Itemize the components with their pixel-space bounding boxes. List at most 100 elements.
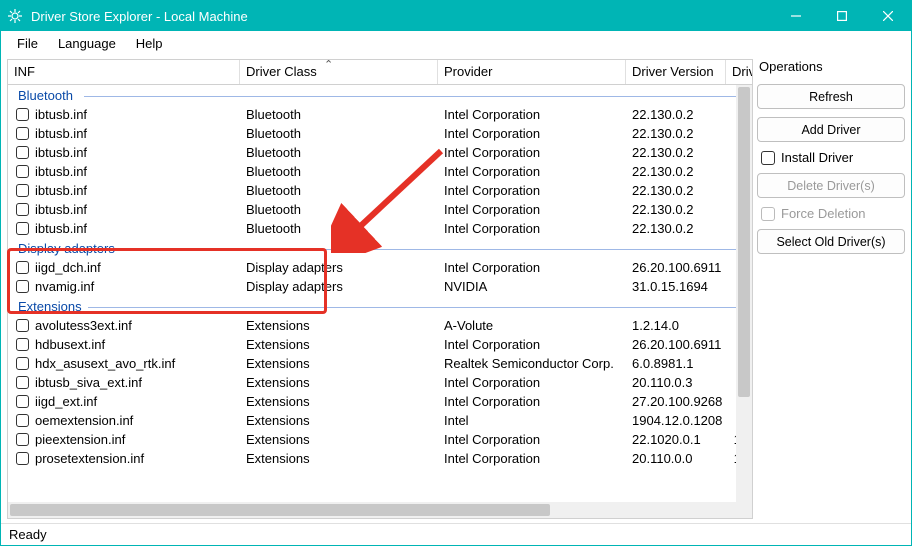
operations-panel: Operations Refresh Add Driver Install Dr… [757,59,905,519]
table-cell: 22.130.0.2 [626,105,726,124]
table-cell: Extensions [240,449,438,468]
table-cell[interactable]: hdx_asusext_avo_rtk.inf [8,354,240,373]
row-checkbox[interactable] [16,280,29,293]
inf-name: ibtusb_siva_ext.inf [35,375,142,390]
group-header[interactable]: Display adapters [8,238,752,258]
table-cell[interactable]: hdbusext.inf [8,335,240,354]
table-cell: Bluetooth [240,143,438,162]
select-old-drivers-button[interactable]: Select Old Driver(s) [757,229,905,254]
table-cell: 1904.12.0.1208 [626,411,726,430]
table-cell: Extensions [240,411,438,430]
table-cell[interactable]: prosetextension.inf [8,449,240,468]
horizontal-scrollbar[interactable] [8,502,752,518]
operations-label: Operations [757,59,905,76]
close-button[interactable] [865,1,911,31]
inf-name: prosetextension.inf [35,451,144,466]
table-cell: 22.130.0.2 [626,124,726,143]
table-cell: Intel Corporation [438,335,626,354]
maximize-button[interactable] [819,1,865,31]
row-checkbox[interactable] [16,108,29,121]
table-cell[interactable]: ibtusb.inf [8,219,240,238]
table-cell[interactable]: ibtusb.inf [8,181,240,200]
inf-name: iigd_ext.inf [35,394,97,409]
table-cell[interactable]: ibtusb.inf [8,200,240,219]
table-cell: Extensions [240,354,438,373]
driver-table: INF Driver Class Provider Driver Version… [7,59,753,519]
table-cell: 22.130.0.2 [626,162,726,181]
table-cell: 31.0.15.1694 [626,277,726,296]
row-checkbox[interactable] [16,222,29,235]
group-header[interactable]: Extensions [8,296,752,316]
install-driver-checkbox[interactable]: Install Driver [757,150,905,165]
table-cell: Intel Corporation [438,143,626,162]
title-bar: Driver Store Explorer - Local Machine [1,1,911,31]
table-cell: Intel Corporation [438,373,626,392]
row-checkbox[interactable] [16,433,29,446]
table-cell: Bluetooth [240,200,438,219]
table-cell[interactable]: ibtusb_siva_ext.inf [8,373,240,392]
table-cell: NVIDIA [438,277,626,296]
inf-name: iigd_dch.inf [35,260,101,275]
inf-name: ibtusb.inf [35,107,87,122]
row-checkbox[interactable] [16,376,29,389]
minimize-button[interactable] [773,1,819,31]
menu-bar: File Language Help [1,31,911,55]
table-cell: 26.20.100.6911 [626,258,726,277]
row-checkbox[interactable] [16,357,29,370]
table-cell: 26.20.100.6911 [626,335,726,354]
checkbox-icon [761,207,775,221]
table-cell: Bluetooth [240,105,438,124]
app-icon [1,8,29,24]
table-cell: 22.130.0.2 [626,200,726,219]
row-checkbox[interactable] [16,127,29,140]
row-checkbox[interactable] [16,184,29,197]
col-driver-version[interactable]: Driver Version [626,60,726,84]
table-cell[interactable]: avolutess3ext.inf [8,316,240,335]
inf-name: ibtusb.inf [35,221,87,236]
row-checkbox[interactable] [16,319,29,332]
row-checkbox[interactable] [16,452,29,465]
table-cell: Extensions [240,335,438,354]
menu-language[interactable]: Language [48,34,126,53]
force-deletion-label: Force Deletion [781,206,866,221]
col-driver-date[interactable]: Driver D [726,60,753,84]
table-cell[interactable]: ibtusb.inf [8,162,240,181]
inf-name: ibtusb.inf [35,183,87,198]
table-cell: Intel Corporation [438,219,626,238]
table-cell[interactable]: ibtusb.inf [8,105,240,124]
row-checkbox[interactable] [16,146,29,159]
menu-help[interactable]: Help [126,34,173,53]
col-provider[interactable]: Provider [438,60,626,84]
table-cell[interactable]: iigd_ext.inf [8,392,240,411]
col-inf[interactable]: INF [8,60,240,84]
table-cell: Bluetooth [240,219,438,238]
group-header[interactable]: Bluetooth [8,85,752,105]
row-checkbox[interactable] [16,338,29,351]
table-cell[interactable]: iigd_dch.inf [8,258,240,277]
vertical-scrollbar[interactable] [736,85,752,502]
install-driver-label: Install Driver [781,150,853,165]
table-cell: Intel Corporation [438,258,626,277]
table-cell: Extensions [240,430,438,449]
row-checkbox[interactable] [16,203,29,216]
table-cell[interactable]: ibtusb.inf [8,143,240,162]
table-cell[interactable]: nvamig.inf [8,277,240,296]
row-checkbox[interactable] [16,414,29,427]
table-cell: Realtek Semiconductor Corp. [438,354,626,373]
table-cell: Display adapters [240,277,438,296]
table-cell[interactable]: oemextension.inf [8,411,240,430]
delete-drivers-button[interactable]: Delete Driver(s) [757,173,905,198]
col-driver-class[interactable]: Driver Class [240,60,438,84]
table-cell: Intel Corporation [438,449,626,468]
table-cell: Intel Corporation [438,105,626,124]
menu-file[interactable]: File [7,34,48,53]
table-cell[interactable]: pieextension.inf [8,430,240,449]
row-checkbox[interactable] [16,261,29,274]
table-cell: 6.0.8981.1 [626,354,726,373]
refresh-button[interactable]: Refresh [757,84,905,109]
row-checkbox[interactable] [16,165,29,178]
inf-name: ibtusb.inf [35,164,87,179]
row-checkbox[interactable] [16,395,29,408]
table-cell[interactable]: ibtusb.inf [8,124,240,143]
add-driver-button[interactable]: Add Driver [757,117,905,142]
